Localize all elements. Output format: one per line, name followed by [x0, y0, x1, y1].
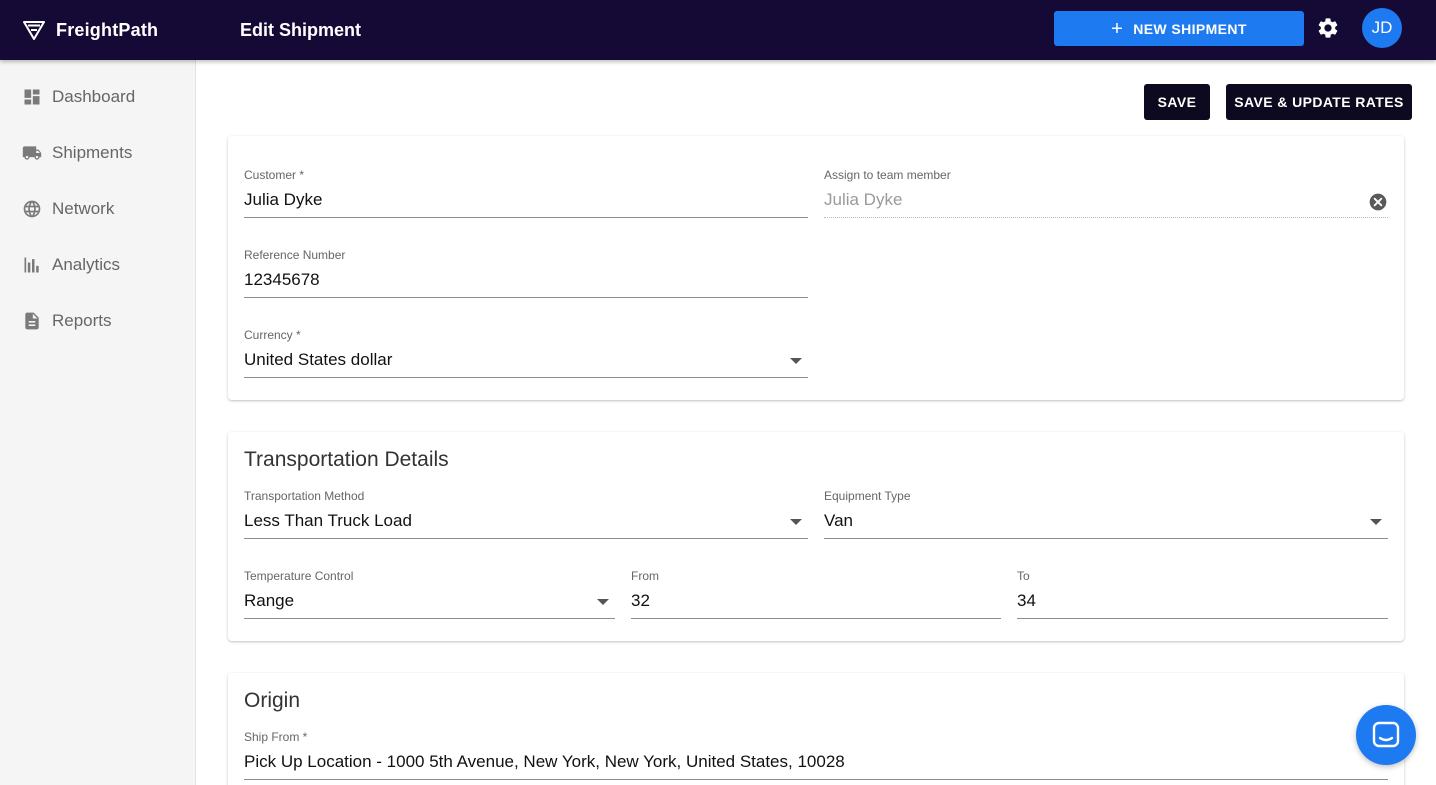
origin-card: Origin Ship From * Pick Up Location - 10… [228, 673, 1404, 785]
temperature-control-value[interactable]: Range [244, 591, 294, 611]
temperature-control-select[interactable]: Temperature Control Range [244, 569, 615, 619]
sidebar-item-analytics[interactable]: Analytics [0, 243, 195, 287]
chat-icon [1372, 721, 1400, 748]
new-shipment-button[interactable]: + NEW SHIPMENT [1054, 11, 1304, 46]
customer-input[interactable]: Julia Dyke [244, 190, 322, 210]
save-button[interactable]: SAVE [1144, 84, 1210, 120]
chevron-down-icon[interactable] [1370, 519, 1382, 525]
general-card: Customer * Julia Dyke Assign to team mem… [228, 136, 1404, 400]
field-underline [244, 779, 1388, 780]
field-label: Ship From * [244, 730, 308, 744]
sidebar-item-dashboard[interactable]: Dashboard [0, 75, 195, 119]
field-underline [244, 217, 808, 218]
chat-launcher-button[interactable] [1356, 705, 1416, 765]
clear-icon[interactable] [1368, 192, 1388, 212]
chevron-down-icon[interactable] [597, 599, 609, 605]
transportation-card: Transportation Details Transportation Me… [228, 432, 1404, 641]
field-label: Customer * [244, 168, 305, 182]
temperature-from-field[interactable]: From 32 [631, 569, 1001, 619]
ship-from-field[interactable]: Ship From * Pick Up Location - 1000 5th … [244, 730, 1388, 780]
page-title: Edit Shipment [240, 20, 361, 40]
field-underline [1017, 618, 1388, 619]
field-underline [244, 297, 808, 298]
brand-name: FreightPath [56, 19, 159, 40]
app-bar: FreightPath Edit Shipment + NEW SHIPMENT… [0, 0, 1436, 60]
field-label: Equipment Type [824, 489, 911, 503]
sidebar-item-label: Reports [52, 311, 112, 330]
assign-team-member-input[interactable]: Julia Dyke [824, 190, 902, 210]
field-label: Currency * [244, 328, 301, 342]
currency-value[interactable]: United States dollar [244, 350, 392, 370]
document-icon [25, 312, 39, 330]
new-shipment-label: NEW SHIPMENT [1133, 20, 1247, 37]
sidebar: Dashboard Shipments Network Analytics Re… [0, 60, 196, 785]
sidebar-item-label: Network [52, 199, 115, 218]
save-update-rates-button[interactable]: SAVE & UPDATE RATES [1226, 84, 1412, 120]
chevron-down-icon[interactable] [790, 358, 802, 364]
field-underline [824, 217, 1388, 218]
field-label: To [1017, 569, 1030, 583]
equipment-type-select[interactable]: Equipment Type Van [824, 489, 1388, 539]
transportation-method-value[interactable]: Less Than Truck Load [244, 511, 412, 531]
section-title: Origin [244, 689, 301, 712]
temperature-from-input[interactable]: 32 [631, 591, 650, 611]
plus-icon: + [1111, 17, 1124, 40]
chevron-down-icon[interactable] [790, 519, 802, 525]
sidebar-item-label: Analytics [52, 255, 121, 274]
globe-icon [23, 200, 41, 218]
sidebar-item-label: Shipments [52, 143, 133, 162]
gear-icon[interactable] [1316, 16, 1340, 40]
field-label: Reference Number [244, 248, 346, 262]
brand[interactable]: FreightPath [22, 0, 158, 60]
customer-field[interactable]: Customer * Julia Dyke [244, 168, 808, 218]
temperature-to-field[interactable]: To 34 [1017, 569, 1388, 619]
field-underline [244, 618, 615, 619]
reference-number-field[interactable]: Reference Number 12345678 [244, 248, 808, 298]
currency-select[interactable]: Currency * United States dollar [244, 328, 808, 378]
field-label: Temperature Control [244, 569, 354, 583]
field-underline [244, 377, 808, 378]
equipment-type-value[interactable]: Van [824, 511, 853, 531]
sidebar-item-reports[interactable]: Reports [0, 299, 195, 343]
sidebar-item-label: Dashboard [52, 87, 136, 106]
sidebar-item-network[interactable]: Network [0, 187, 195, 231]
field-label: Transportation Method [244, 489, 365, 503]
bar-chart-icon [24, 257, 39, 273]
reference-number-input[interactable]: 12345678 [244, 270, 320, 290]
section-title: Transportation Details [244, 448, 449, 471]
ship-from-input[interactable]: Pick Up Location - 1000 5th Avenue, New … [244, 752, 845, 772]
avatar[interactable]: JD [1362, 8, 1402, 48]
field-underline [244, 538, 808, 539]
field-underline [824, 538, 1388, 539]
field-underline [631, 618, 1001, 619]
sidebar-item-shipments[interactable]: Shipments [0, 131, 195, 175]
truck-icon [22, 146, 42, 160]
field-label: Assign to team member [824, 168, 951, 182]
temperature-to-input[interactable]: 34 [1017, 591, 1036, 611]
assign-team-member-field[interactable]: Assign to team member Julia Dyke [824, 168, 1388, 218]
main-content: SAVE SAVE & UPDATE RATES Customer * Juli… [196, 60, 1436, 785]
transportation-method-select[interactable]: Transportation Method Less Than Truck Lo… [244, 489, 808, 539]
logo-icon [23, 21, 45, 40]
field-label: From [631, 569, 659, 583]
dashboard-icon [24, 89, 40, 105]
